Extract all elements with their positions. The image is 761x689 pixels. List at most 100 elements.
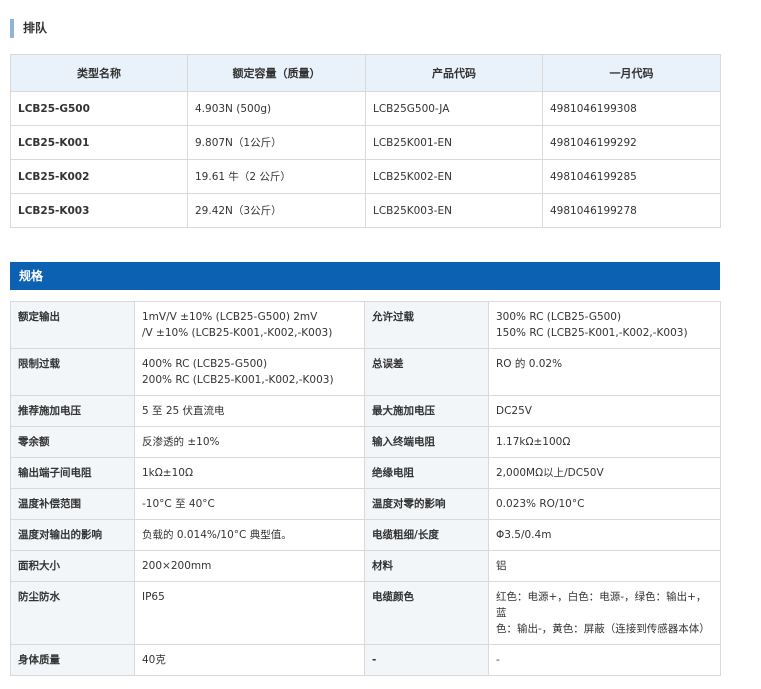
spec-row: 限制过载 400% RC (LCB25-G500) 200% RC (LCB25-K… [10,348,721,396]
jan-code-cell: 4981046199308 [542,91,721,126]
spec-value-line: 200% RC (LCB25-K001,-K002,-K003) [142,374,334,386]
spec-label-line: 材料 [372,560,393,572]
specs-table: 额定输出 1mV/V ±10% (LCB25-G500) 2mV/V ±10% (… [10,301,721,676]
table-row: LCB25-G500 4.903N (500g) LCB25G500-JA 49… [10,91,721,126]
product-code-cell: LCB25K001-EN [365,125,543,160]
spec-label-line: - [372,654,377,666]
spec-label-line: 允许过载 [372,311,414,323]
capacity-cell: 4.903N (500g) [187,91,366,126]
col-header-capacity: 额定容量（质量） [187,54,366,92]
spec-row: 防尘防水 IP65 电缆颜色 红色：电源+，白色：电源-，绿色：输出+，蓝色：输出-，… [10,581,721,645]
spec-value: 1kΩ±10Ω [134,457,365,489]
col-header-jan-code: 一月代码 [542,54,721,92]
spec-value-line: 0.023% RO/10°C [496,498,585,510]
spec-value: 40克 [134,644,365,676]
spec-row: 面积大小 200×200mm 材料 铝 [10,550,721,582]
spec-label: 输入终端电阻 [364,426,489,458]
spec-label: 输出端子间电阻 [10,457,135,489]
jan-code-cell: 4981046199285 [542,159,721,194]
spec-value-line: 2,000MΩ以上/DC50V [496,467,604,479]
spec-label-line: 总误差 [372,358,404,370]
spec-label-line: 限制过载 [18,358,60,370]
capacity-cell: 9.807N（1公斤） [187,125,366,160]
spec-label: 电缆粗细/长度 [364,519,489,551]
spec-value: 2,000MΩ以上/DC50V [488,457,721,489]
spec-value-line: IP65 [142,591,165,603]
model-cell: LCB25-K003 [10,193,188,228]
spec-value: IP65 [134,581,365,645]
spec-label-line: 电缆颜色 [372,591,414,603]
spec-label-line: 输出端子间电阻 [18,467,92,479]
spec-value: 反渗透的 ±10% [134,426,365,458]
lineup-table: 类型名称 额定容量（质量） 产品代码 一月代码 LCB25-G500 4.903… [10,54,721,228]
spec-row: 温度补偿范围 -10°C 至 40°C 温度对零的影响 0.023% RO/10°C [10,488,721,520]
spec-value-line: Φ3.5/0.4m [496,529,552,541]
spec-label-line: 防尘防水 [18,591,60,603]
spec-row: 推荐施加电压 5 至 25 伏直流电 最大施加电压 DC25V [10,395,721,427]
spec-label-line: 额定输出 [18,311,60,323]
spec-value: 1mV/V ±10% (LCB25-G500) 2mV/V ±10% (LCB2… [134,301,365,349]
spec-label: 允许过载 [364,301,489,349]
spec-value-line: 1kΩ±10Ω [142,467,193,479]
jan-code-cell: 4981046199292 [542,125,721,160]
spec-value-line: 400% RC (LCB25-G500) [142,358,268,370]
spec-value-line: 色：输出-，黄色：屏蔽（连接到传感器本体） [496,623,710,635]
product-code-cell: LCB25K002-EN [365,159,543,194]
model-cell: LCB25-K002 [10,159,188,194]
spec-value-line: -10°C 至 40°C [142,498,215,510]
spec-label: 面积大小 [10,550,135,582]
spec-value-line: 反渗透的 ±10% [142,436,220,448]
model-cell: LCB25-G500 [10,91,188,126]
lineup-heading: 排队 [10,19,47,38]
spec-label-line: 最大施加电压 [372,405,435,417]
spec-label: 额定输出 [10,301,135,349]
spec-value-line: 铝 [496,560,507,572]
spec-value: 300% RC (LCB25-G500) 150% RC (LCB25-K001,… [488,301,721,349]
lineup-header-row: 类型名称 额定容量（质量） 产品代码 一月代码 [10,54,721,92]
spec-value: - [488,644,721,676]
spec-value-line: 1mV/V ±10% (LCB25-G500) 2mV [142,311,318,323]
table-row: LCB25-K001 9.807N（1公斤） LCB25K001-EN 4981… [10,125,721,160]
spec-value-line: 5 至 25 伏直流电 [142,405,225,417]
spec-value-line: 150% RC (LCB25-K001,-K002,-K003) [496,327,688,339]
spec-label-line: 面积大小 [18,560,60,572]
spec-label-line: 温度对输出的影响 [18,529,102,541]
spec-value-line: DC25V [496,405,532,417]
spec-value-line: 1.17kΩ±100Ω [496,436,571,448]
spec-value: 红色：电源+，白色：电源-，绿色：输出+，蓝色：输出-，黄色：屏蔽（连接到传感器… [488,581,721,645]
spec-value-line: 负载的 0.014%/10°C 典型值。 [142,529,292,541]
spec-label-line: 输入终端电阻 [372,436,435,448]
spec-value: -10°C 至 40°C [134,488,365,520]
spec-label: 防尘防水 [10,581,135,645]
spec-value-line: /V ±10% (LCB25-K001,-K002,-K003) [142,327,333,339]
capacity-cell: 19.61 牛（2 公斤） [187,159,366,194]
model-cell: LCB25-K001 [10,125,188,160]
spec-label: 零余额 [10,426,135,458]
spec-label: 绝缘电阻 [364,457,489,489]
spec-value: 5 至 25 伏直流电 [134,395,365,427]
spec-label: 电缆颜色 [364,581,489,645]
spec-label-line: 零余额 [18,436,50,448]
spec-row: 输出端子间电阻 1kΩ±10Ω 绝缘电阻 2,000MΩ以上/DC50V [10,457,721,489]
spec-label-line: 温度对零的影响 [372,498,446,510]
spec-value-line: 300% RC (LCB25-G500) [496,311,622,323]
spec-label-line: 绝缘电阻 [372,467,414,479]
spec-label: 温度补偿范围 [10,488,135,520]
spec-row: 额定输出 1mV/V ±10% (LCB25-G500) 2mV/V ±10% (… [10,301,721,349]
spec-label: 最大施加电压 [364,395,489,427]
table-row: LCB25-K003 29.42N（3公斤） LCB25K003-EN 4981… [10,193,721,228]
spec-label: - [364,644,489,676]
spec-value-line: 红色：电源+，白色：电源-，绿色：输出+，蓝 [496,591,707,619]
spec-value: Φ3.5/0.4m [488,519,721,551]
spec-label: 总误差 [364,348,489,396]
spec-label: 温度对输出的影响 [10,519,135,551]
spec-label: 材料 [364,550,489,582]
col-header-product-code: 产品代码 [365,54,543,92]
spec-label-line: 推荐施加电压 [18,405,81,417]
spec-value-line: 40克 [142,654,166,666]
specs-heading: 规格 [10,262,720,290]
spec-value-line: RO 的 0.02% [496,358,563,370]
spec-label: 限制过载 [10,348,135,396]
jan-code-cell: 4981046199278 [542,193,721,228]
capacity-cell: 29.42N（3公斤） [187,193,366,228]
